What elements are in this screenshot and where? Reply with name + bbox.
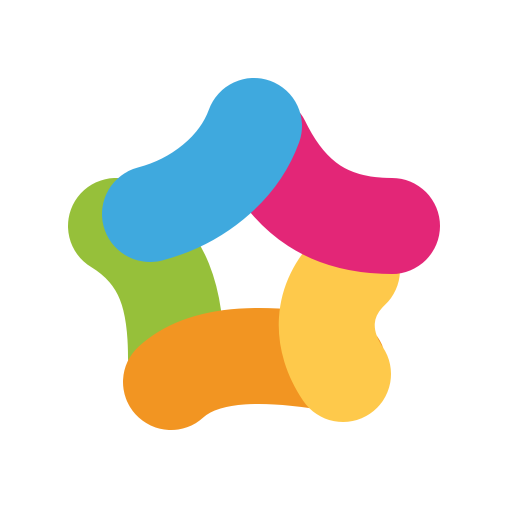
- yellow-petal: [278, 222, 400, 422]
- star-pinwheel-logo-icon: [68, 78, 440, 430]
- blue-petal: [102, 78, 302, 262]
